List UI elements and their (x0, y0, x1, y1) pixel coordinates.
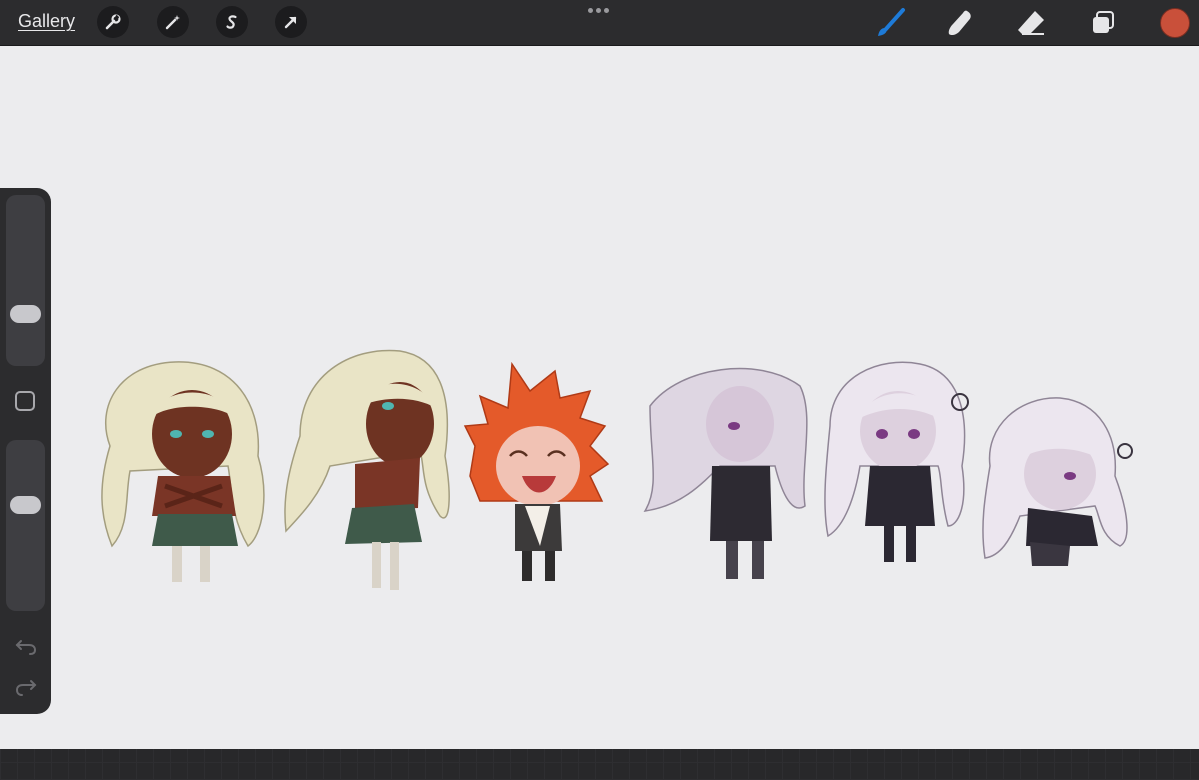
gallery-button[interactable]: Gallery (18, 11, 75, 32)
brush-tool-button[interactable] (873, 6, 907, 40)
selection-button[interactable] (216, 6, 248, 38)
eraser-icon (1018, 11, 1044, 35)
chibi-character-4 (643, 367, 808, 579)
bottom-strip (0, 749, 1199, 780)
chibi-character-6 (982, 397, 1133, 566)
brush-size-knob[interactable] (10, 304, 41, 323)
chibi-character-1 (101, 361, 265, 582)
selection-s-icon (226, 15, 237, 29)
left-sidebar (0, 188, 51, 714)
layers-icon (1093, 11, 1114, 33)
adjustments-button[interactable] (157, 6, 189, 38)
top-toolbar: Gallery (0, 0, 1199, 46)
smudge-tool-button[interactable] (943, 6, 977, 40)
chibi-character-5 (824, 361, 969, 562)
undo-icon[interactable] (13, 633, 39, 659)
more-options-dots[interactable] (588, 8, 609, 13)
chibi-character-2 (284, 349, 450, 590)
actions-button[interactable] (97, 6, 129, 38)
wrench-icon (105, 14, 121, 30)
drawing-canvas[interactable] (0, 46, 1199, 749)
smudge-icon (948, 10, 971, 36)
layers-button[interactable] (1086, 6, 1120, 40)
opacity-slider[interactable] (6, 440, 45, 611)
transform-button[interactable] (275, 6, 307, 38)
opacity-knob[interactable] (10, 496, 41, 515)
chibi-character-3 (463, 361, 610, 581)
color-picker-button[interactable] (1160, 8, 1190, 38)
brush-icon (878, 8, 905, 36)
brush-size-slider[interactable] (6, 195, 45, 366)
chibi-artwork (101, 349, 1133, 590)
magic-wand-icon (165, 15, 180, 30)
redo-icon[interactable] (13, 675, 39, 701)
eraser-tool-button[interactable] (1014, 6, 1048, 40)
modify-button[interactable] (15, 391, 35, 411)
arrow-icon (284, 16, 297, 29)
